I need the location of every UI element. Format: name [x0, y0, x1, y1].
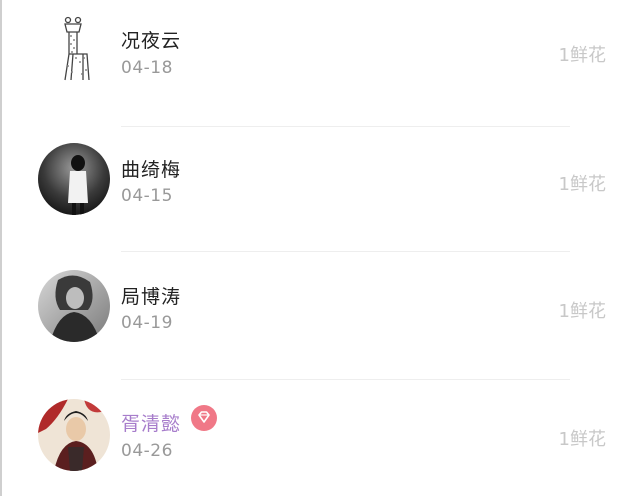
- giraffe-avatar-icon[interactable]: [38, 14, 110, 86]
- gift-date: 04-19: [121, 313, 173, 333]
- gift-list-page: 况夜云 04-18 1鲜花 曲绮梅 04-15 1鲜花 局博涛 04-19 1鲜…: [0, 0, 640, 496]
- list-item[interactable]: 曲绮梅 04-15 1鲜花: [2, 125, 640, 252]
- list-item[interactable]: 局博涛 04-19 1鲜花: [2, 253, 640, 380]
- user-name[interactable]: 局博涛: [121, 282, 181, 309]
- gift-amount: 1鲜花: [558, 174, 606, 195]
- diamond-icon: [191, 405, 217, 431]
- gift-amount: 1鲜花: [558, 45, 606, 66]
- user-name[interactable]: 曲绮梅: [121, 155, 181, 182]
- gift-date: 04-26: [121, 441, 173, 461]
- user-avatar[interactable]: [38, 270, 110, 342]
- list-item[interactable]: 胥清懿 04-26 1鲜花: [2, 380, 640, 496]
- list-item[interactable]: 况夜云 04-18 1鲜花: [2, 0, 640, 127]
- user-avatar[interactable]: [38, 399, 110, 471]
- user-name[interactable]: 胥清懿: [121, 409, 181, 436]
- user-avatar[interactable]: [38, 143, 110, 215]
- gift-amount: 1鲜花: [558, 429, 606, 450]
- gift-date: 04-18: [121, 58, 173, 78]
- gift-amount: 1鲜花: [558, 301, 606, 322]
- row-divider: [121, 251, 570, 252]
- user-name[interactable]: 况夜云: [121, 26, 181, 53]
- gift-date: 04-15: [121, 186, 173, 206]
